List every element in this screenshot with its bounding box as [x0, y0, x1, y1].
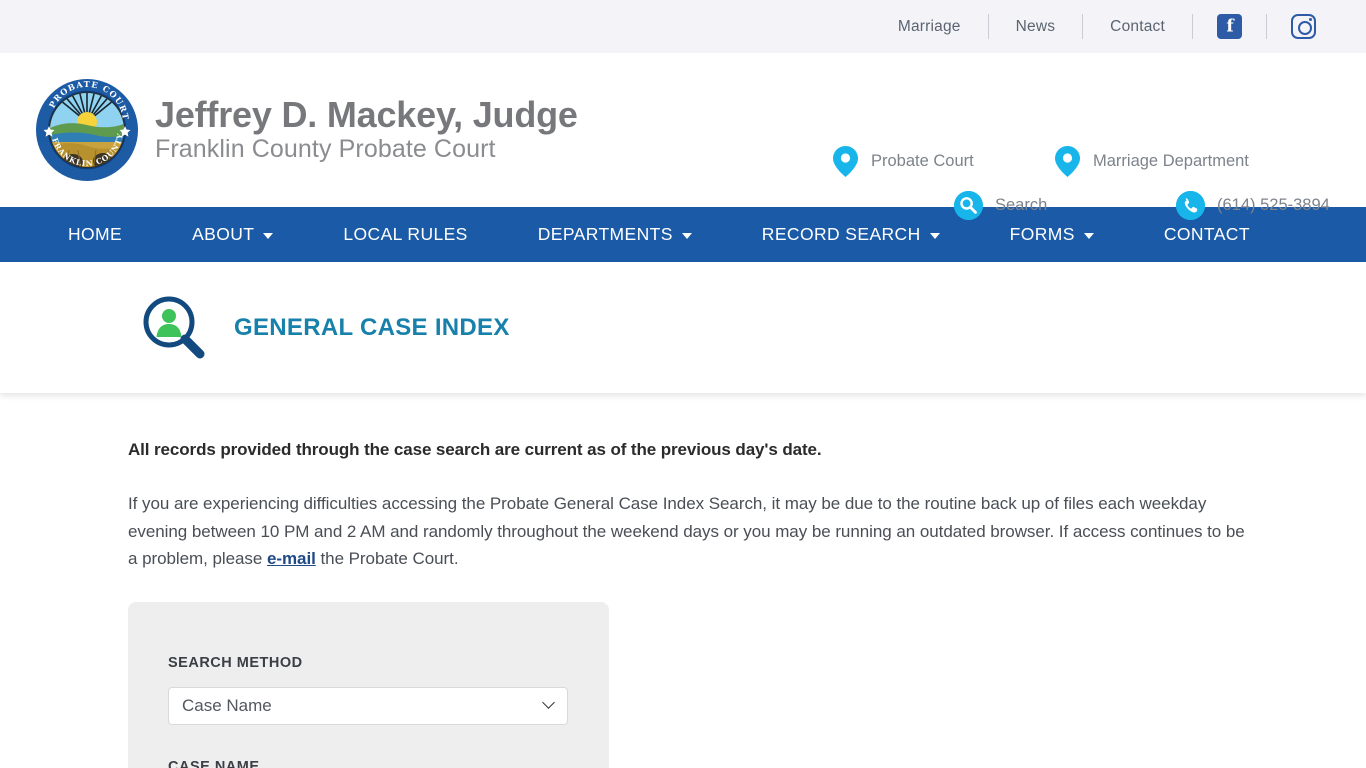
phone-number-label: (614) 525-3894 [1217, 195, 1330, 214]
nav-item-home[interactable]: HOME [68, 224, 122, 245]
case-name-label: CASE NAME [168, 758, 260, 768]
page-title: GENERAL CASE INDEX [234, 313, 510, 341]
paragraph-text-end: the Probate Court. [315, 549, 459, 569]
chevron-down-icon [929, 232, 940, 239]
brand-text: Jeffrey D. Mackey, Judge Franklin County… [155, 94, 578, 165]
chevron-down-icon [1083, 232, 1094, 239]
nav-label: RECORD SEARCH [761, 224, 921, 244]
top-utility-bar: Marriage News Contact [0, 0, 1366, 53]
difficulties-paragraph: If you are experiencing difficulties acc… [128, 490, 1250, 573]
facebook-link[interactable] [1193, 14, 1266, 39]
phone-circle-icon [1176, 190, 1205, 220]
nav-item-departments[interactable]: DEPARTMENTS [538, 224, 692, 245]
nav-label: LOCAL RULES [343, 224, 468, 244]
instagram-link[interactable] [1267, 14, 1340, 39]
header-search-link[interactable]: Search [954, 190, 1176, 220]
map-pin-icon [1055, 145, 1080, 177]
nav-label: CONTACT [1163, 224, 1250, 244]
topbar-links: Marriage News Contact [871, 14, 1340, 39]
records-notice: All records provided through the case se… [128, 440, 822, 459]
search-method-select[interactable]: Case Name [168, 686, 568, 725]
nav-item-local-rules[interactable]: LOCAL RULES [343, 224, 467, 245]
topbar-link-news[interactable]: News [989, 18, 1083, 36]
phone-link[interactable]: (614) 525-3894 [1176, 190, 1330, 220]
probate-court-location-link[interactable]: Probate Court [832, 145, 1054, 178]
nav-item-about[interactable]: ABOUT [192, 224, 274, 245]
page-title-banner: GENERAL CASE INDEX [0, 262, 1366, 393]
header-contact-block: Probate Court Marriage Department Search… [832, 139, 1332, 227]
nav-label: HOME [68, 224, 123, 244]
case-search-form-panel: SEARCH METHOD Case Name CASE NAME [128, 601, 609, 768]
brand-logo-link[interactable]: PROBATE COURT FRANKLIN COUNTY, OHIO Jeff… [0, 78, 578, 182]
topbar-link-contact[interactable]: Contact [1083, 18, 1192, 36]
court-name: Franklin County Probate Court [155, 135, 496, 164]
instagram-icon [1291, 14, 1316, 39]
chevron-down-icon [542, 696, 555, 709]
main-content: All records provided through the case se… [0, 393, 1366, 768]
judge-name: Jeffrey D. Mackey, Judge [155, 94, 578, 136]
map-pin-icon [833, 145, 858, 177]
search-circle-icon [954, 190, 983, 220]
header-search-label: Search [995, 195, 1048, 214]
topbar-link-marriage[interactable]: Marriage [871, 18, 988, 36]
nav-item-forms[interactable]: FORMS [1010, 224, 1094, 245]
nav-label: DEPARTMENTS [537, 224, 673, 244]
probate-court-location-label: Probate Court [871, 151, 974, 170]
facebook-icon [1217, 14, 1242, 39]
marriage-department-location-label: Marriage Department [1093, 151, 1249, 170]
nav-item-record-search[interactable]: RECORD SEARCH [762, 224, 940, 245]
chevron-down-icon [681, 232, 692, 239]
magnifier-person-icon [143, 296, 205, 358]
search-method-label: SEARCH METHOD [168, 654, 303, 671]
nav-label: ABOUT [192, 224, 255, 244]
masthead: PROBATE COURT FRANKLIN COUNTY, OHIO Jeff… [0, 53, 1366, 220]
search-method-value: Case Name [182, 695, 272, 715]
email-link[interactable]: e-mail [267, 549, 316, 568]
marriage-department-location-link[interactable]: Marriage Department [1054, 145, 1249, 178]
chevron-down-icon [263, 232, 274, 239]
probate-court-seal-icon: PROBATE COURT FRANKLIN COUNTY, OHIO [35, 78, 138, 181]
nav-item-contact[interactable]: CONTACT [1164, 224, 1250, 245]
nav-label: FORMS [1009, 224, 1075, 244]
